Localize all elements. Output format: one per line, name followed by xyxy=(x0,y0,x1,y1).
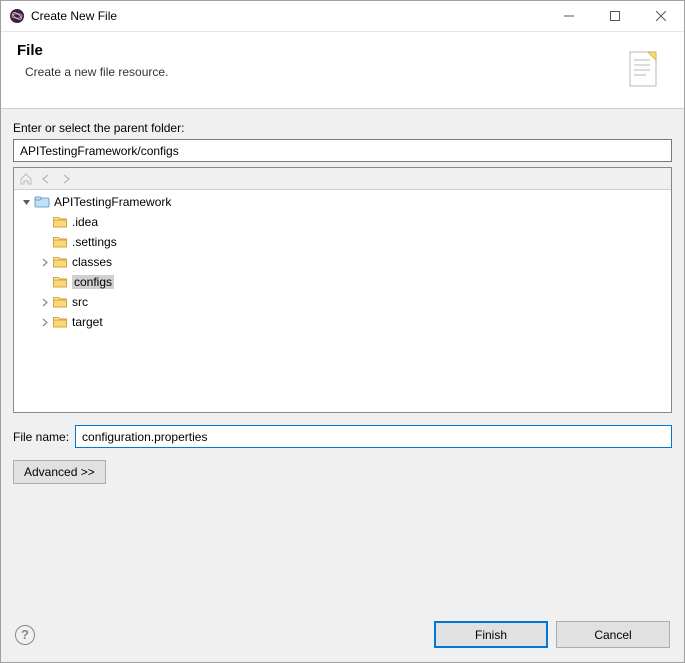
new-file-wizard-icon xyxy=(620,46,668,94)
tree-item-root[interactable]: APITestingFramework xyxy=(14,192,671,212)
tree-item[interactable]: classes xyxy=(14,252,671,272)
folder-tree-container: APITestingFramework .idea .settings clas… xyxy=(13,167,672,413)
cancel-button[interactable]: Cancel xyxy=(556,621,670,648)
maximize-button[interactable] xyxy=(592,1,638,31)
page-title: File xyxy=(17,42,620,59)
chevron-right-icon[interactable] xyxy=(36,314,52,330)
back-icon[interactable] xyxy=(38,171,54,187)
parent-folder-label: Enter or select the parent folder: xyxy=(13,121,672,135)
chevron-right-icon[interactable] xyxy=(36,254,52,270)
close-button[interactable] xyxy=(638,1,684,31)
wizard-body: Enter or select the parent folder: xyxy=(1,109,684,611)
tree-item[interactable]: src xyxy=(14,292,671,312)
help-icon[interactable]: ? xyxy=(15,625,35,645)
tree-label: src xyxy=(72,295,88,309)
dialog-footer: ? Finish Cancel xyxy=(1,611,684,662)
tree-label: classes xyxy=(72,255,112,269)
window-controls xyxy=(546,1,684,31)
page-description: Create a new file resource. xyxy=(25,65,620,79)
advanced-button[interactable]: Advanced >> xyxy=(13,460,106,484)
wizard-header: File Create a new file resource. xyxy=(1,32,684,109)
folder-icon xyxy=(52,214,68,230)
tree-label: .settings xyxy=(72,235,117,249)
eclipse-icon xyxy=(9,8,25,24)
home-icon[interactable] xyxy=(18,171,34,187)
tree-label: APITestingFramework xyxy=(54,195,171,209)
tree-label: .idea xyxy=(72,215,98,229)
chevron-right-icon[interactable] xyxy=(36,294,52,310)
tree-item[interactable]: .idea xyxy=(14,212,671,232)
filename-label: File name: xyxy=(13,430,69,444)
project-icon xyxy=(34,194,50,210)
forward-icon[interactable] xyxy=(58,171,74,187)
tree-item[interactable]: .settings xyxy=(14,232,671,252)
chevron-down-icon[interactable] xyxy=(18,194,34,210)
tree-item[interactable]: target xyxy=(14,312,671,332)
tree-item[interactable]: configs xyxy=(14,272,671,292)
folder-tree[interactable]: APITestingFramework .idea .settings clas… xyxy=(14,190,671,412)
tree-label: configs xyxy=(74,275,112,289)
dialog-window: Create New File File Create a new file r… xyxy=(0,0,685,663)
folder-icon xyxy=(52,294,68,310)
folder-icon xyxy=(52,274,68,290)
parent-folder-input[interactable] xyxy=(13,139,672,162)
tree-toolbar xyxy=(14,168,671,190)
folder-icon xyxy=(52,254,68,270)
folder-icon xyxy=(52,234,68,250)
finish-button[interactable]: Finish xyxy=(434,621,548,648)
folder-icon xyxy=(52,314,68,330)
filename-input[interactable] xyxy=(75,425,672,448)
titlebar: Create New File xyxy=(1,1,684,32)
window-title: Create New File xyxy=(31,9,546,23)
tree-label: target xyxy=(72,315,103,329)
minimize-button[interactable] xyxy=(546,1,592,31)
